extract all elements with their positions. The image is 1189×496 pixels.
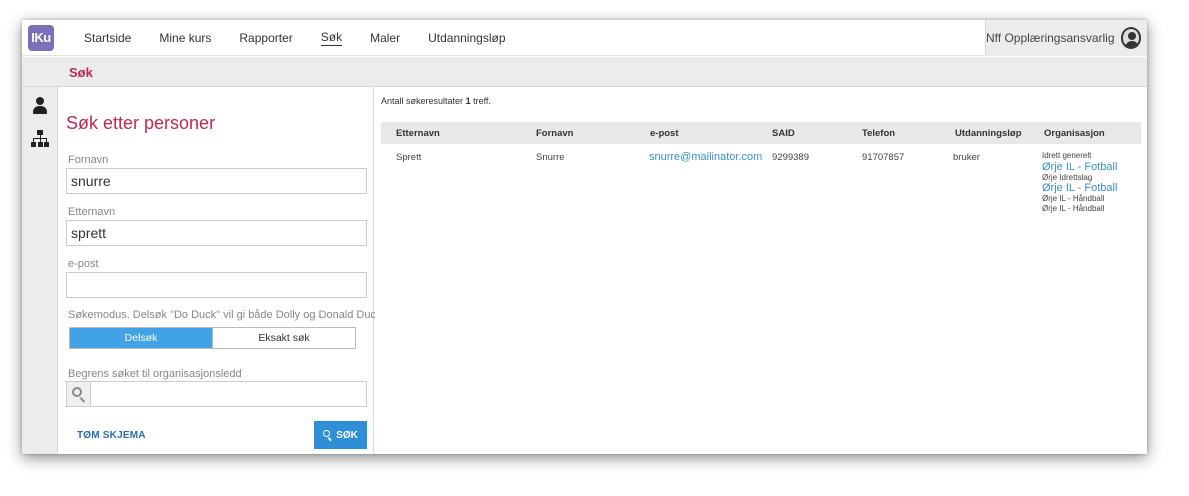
- main-nav: Startside Mine kurs Rapporter Søk Maler …: [84, 20, 534, 56]
- nav-sok[interactable]: Søk: [320, 30, 343, 46]
- fornavn-input[interactable]: [66, 168, 367, 194]
- search-button[interactable]: SØK: [314, 421, 367, 449]
- column-header[interactable]: Utdanningsløp: [955, 128, 1022, 139]
- nav-rapporter[interactable]: Rapporter: [239, 31, 292, 45]
- cell-etternavn: Sprett: [396, 152, 422, 163]
- search-icon: [323, 430, 333, 441]
- user-menu[interactable]: Nff Opplæringsansvarlig: [985, 20, 1147, 56]
- etternavn-label: Etternavn: [68, 206, 116, 218]
- result-count: Antall søkeresultater 1 treff.: [381, 96, 491, 106]
- results-panel: Antall søkeresultater 1 treff. Etternavn…: [375, 87, 1147, 454]
- nav-maler[interactable]: Maler: [370, 31, 400, 45]
- sitemap-icon[interactable]: [31, 130, 49, 148]
- epost-input[interactable]: [66, 272, 367, 298]
- page-title: Søk: [69, 65, 93, 80]
- app-logo[interactable]: IKu: [28, 25, 54, 51]
- nav-startside[interactable]: Startside: [84, 31, 131, 45]
- search-button-label: SØK: [336, 429, 358, 441]
- search-mode-label: Søkemodus. Delsøk "Do Duck" vil gi både …: [68, 309, 382, 321]
- column-header[interactable]: e-post: [650, 128, 679, 139]
- search-title: Søk etter personer: [66, 113, 216, 133]
- mode-exact-button[interactable]: Eksakt søk: [212, 328, 355, 348]
- search-mode-toggle: Delsøk Eksakt søk: [69, 327, 356, 349]
- fornavn-label: Fornavn: [68, 154, 109, 166]
- cell-telefon: 91707857: [862, 152, 905, 163]
- cell-fornavn: Snurre: [536, 152, 565, 163]
- results-table-header: Etternavn Fornavn e-post SAID Telefon Ut…: [381, 122, 1141, 144]
- org-filter-field: [66, 381, 367, 407]
- column-header[interactable]: Fornavn: [536, 128, 573, 139]
- person-icon[interactable]: [31, 97, 49, 115]
- column-header[interactable]: SAID: [772, 128, 795, 139]
- search-icon: [67, 382, 91, 406]
- cell-utdanningslop: bruker: [953, 152, 980, 163]
- org-entry: Ørje IL - Håndball: [1042, 194, 1105, 203]
- org-entry: Ørje IL - Håndball: [1042, 203, 1105, 213]
- epost-label: e-post: [68, 258, 99, 270]
- org-link[interactable]: Ørje IL - Fotball: [1042, 182, 1117, 194]
- page-subheader: Søk: [22, 57, 1147, 87]
- cell-epost-link[interactable]: snurre@mailinator.com: [649, 151, 762, 163]
- app-window: IKu Startside Mine kurs Rapporter Søk Ma…: [22, 20, 1147, 454]
- mode-partial-button[interactable]: Delsøk: [70, 328, 212, 348]
- org-filter-input[interactable]: [93, 382, 365, 406]
- nav-mine-kurs[interactable]: Mine kurs: [159, 31, 211, 45]
- org-link[interactable]: Ørje IL - Fotball: [1042, 161, 1117, 173]
- side-rail: [22, 87, 58, 454]
- cell-said: 9299389: [772, 152, 809, 163]
- column-header[interactable]: Organisasjon: [1044, 128, 1105, 139]
- search-panel: Søk etter personer Fornavn Etternavn e-p…: [59, 87, 382, 454]
- user-name: Nff Opplæringsansvarlig: [986, 31, 1115, 45]
- org-filter-label: Begrens søket til organisasjonsledd: [68, 368, 242, 380]
- org-entry: Idrett generelt: [1042, 151, 1092, 160]
- etternavn-input[interactable]: [66, 220, 367, 246]
- column-header[interactable]: Telefon: [862, 128, 895, 139]
- cell-organisasjon: Idrett generelt Ørje IL - Fotball Ørje I…: [1042, 151, 1117, 213]
- org-entry: Ørje Idrettslag: [1042, 172, 1093, 182]
- top-navbar: IKu Startside Mine kurs Rapporter Søk Ma…: [22, 20, 1147, 56]
- avatar-icon[interactable]: [1120, 27, 1141, 49]
- nav-utdanningslop[interactable]: Utdanningsløp: [428, 31, 505, 45]
- clear-form-button[interactable]: TØM SKJEMA: [77, 430, 146, 441]
- column-header[interactable]: Etternavn: [396, 128, 440, 139]
